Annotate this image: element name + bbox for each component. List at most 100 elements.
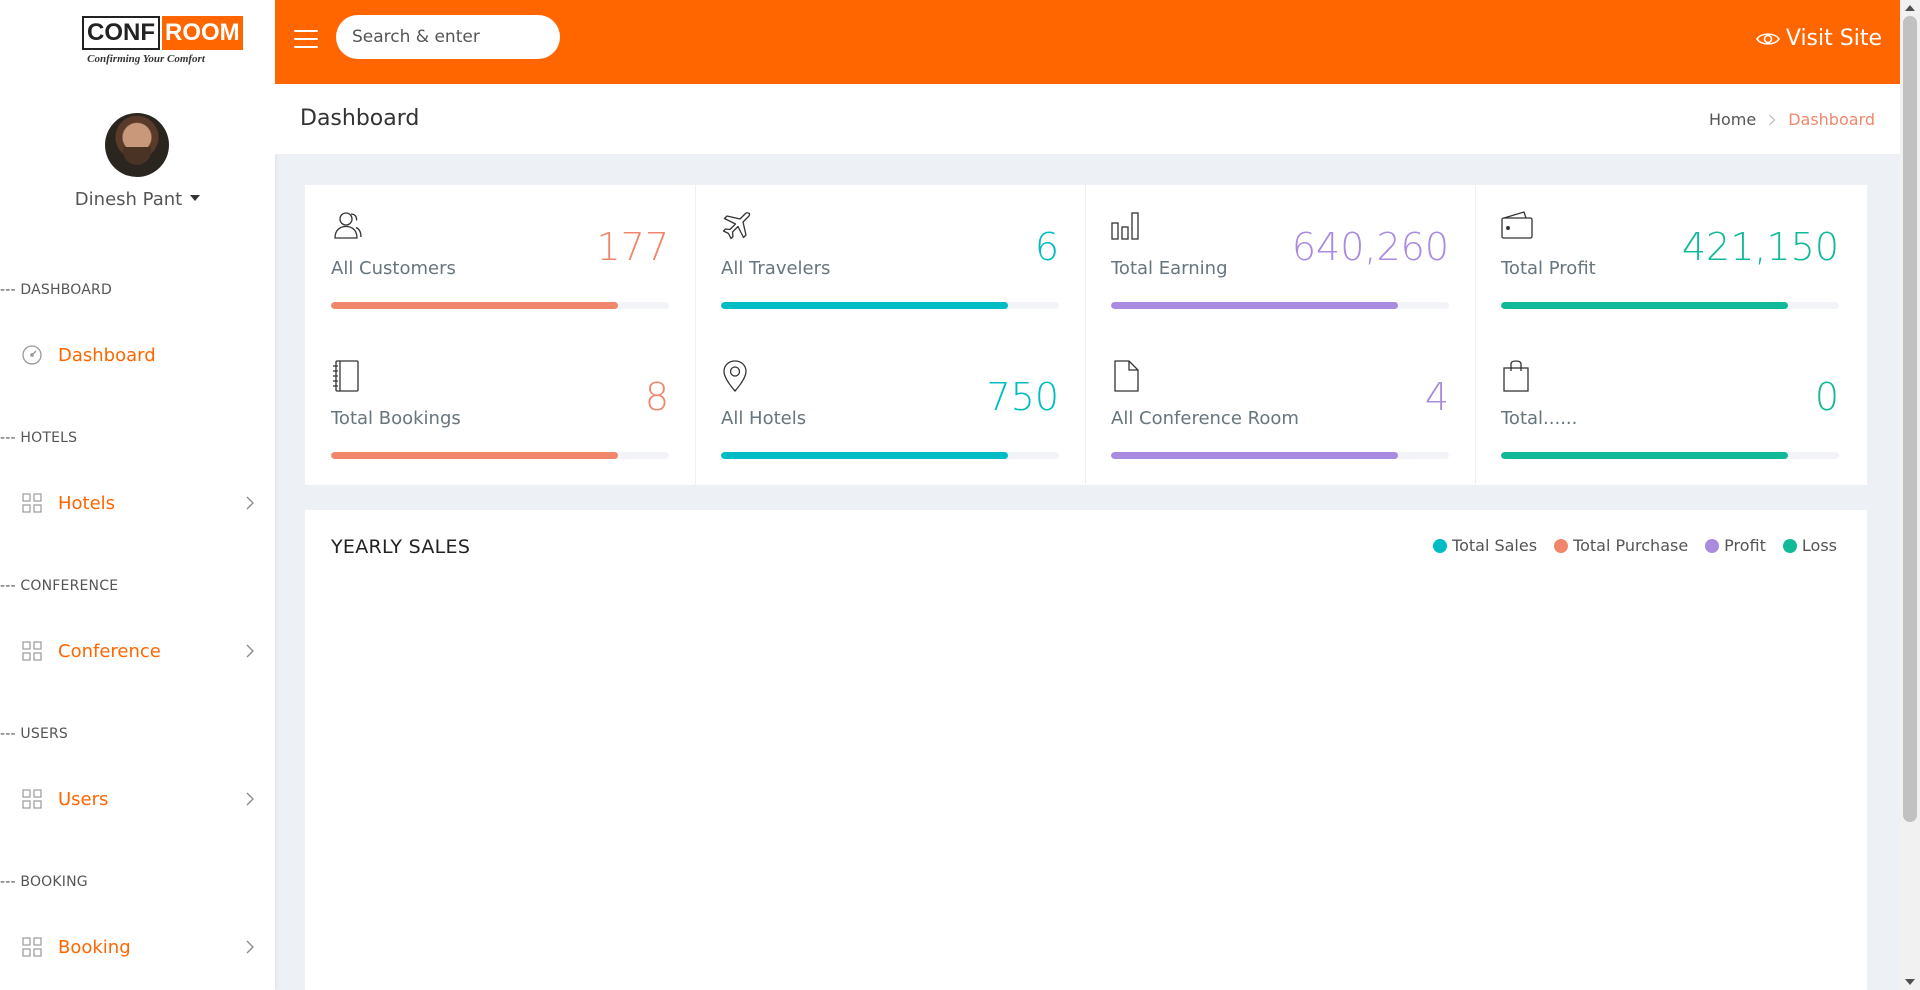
yearly-sales-chart-area <box>331 590 1841 980</box>
sidebar-item-hotels[interactable]: Hotels <box>20 485 260 521</box>
logo-tagline: Confirming Your Comfort <box>87 53 205 65</box>
sidebar-item-label: Users <box>58 788 109 810</box>
stat-progress-fill <box>1111 302 1399 309</box>
stat-progress-fill <box>1111 452 1399 459</box>
stat-value: 0 <box>1814 375 1839 419</box>
gauge-icon <box>20 343 44 367</box>
breadcrumb: Home Dashboard <box>1709 110 1875 129</box>
sidebar-item-label: Booking <box>58 936 131 958</box>
stat-card-all-travelers: All Travelers 6 <box>695 185 1085 335</box>
avatar[interactable] <box>105 113 169 177</box>
scroll-up-arrow-icon[interactable] <box>1905 5 1915 11</box>
stat-progress <box>1501 302 1839 309</box>
breadcrumb-home-link[interactable]: Home <box>1709 110 1756 129</box>
caret-down-icon <box>190 195 201 201</box>
stats-panel: All Customers 177 All Travelers 6 Total … <box>305 185 1867 485</box>
stat-progress-fill <box>331 302 619 309</box>
legend-item-loss[interactable]: Loss <box>1782 536 1837 555</box>
plane-icon <box>720 209 754 243</box>
stat-value: 640,260 <box>1291 225 1449 269</box>
logo-text-room: ROOM <box>162 16 243 50</box>
logo-text-conf: CONF <box>82 16 160 50</box>
legend-dot <box>1782 538 1797 553</box>
sidebar-item-dashboard[interactable]: Dashboard <box>20 337 260 373</box>
user-name: Dinesh Pant <box>74 189 183 210</box>
stat-card-total-profit: Total Profit 421,150 <box>1475 185 1865 335</box>
stat-progress <box>331 302 669 309</box>
stat-label: All Hotels <box>721 408 807 429</box>
stat-value: 750 <box>986 375 1059 419</box>
stat-progress <box>1501 452 1839 459</box>
stat-label: Total...... <box>1501 408 1578 429</box>
stat-progress <box>721 452 1059 459</box>
user-menu-toggle[interactable]: Dinesh Pant <box>0 189 275 210</box>
stat-label: Total Profit <box>1501 258 1596 279</box>
sidebar-item-users[interactable]: Users <box>20 781 260 817</box>
scroll-down-arrow-icon[interactable] <box>1905 979 1915 985</box>
stat-card-total-bookings: Total Bookings 8 <box>305 335 695 485</box>
stat-progress-fill <box>331 452 619 459</box>
chevron-right-icon <box>240 644 260 658</box>
yearly-sales-title: YEARLY SALES <box>331 536 471 558</box>
legend-label: Total Sales <box>1452 536 1538 555</box>
eye-icon <box>1755 31 1780 47</box>
chevron-right-icon <box>240 940 260 954</box>
nav-caption-conference: --- CONFERENCE <box>0 578 119 594</box>
stat-value: 6 <box>1034 225 1059 269</box>
sidebar-item-label: Dashboard <box>58 344 156 366</box>
stat-card-total-earning: Total Earning 640,260 <box>1085 185 1475 335</box>
legend-label: Profit <box>1724 536 1766 555</box>
stat-card-all-hotels: All Hotels 750 <box>695 335 1085 485</box>
legend-dot <box>1554 538 1569 553</box>
grid-icon <box>20 639 44 663</box>
page-title: Dashboard <box>300 106 420 131</box>
wallet-icon <box>1500 209 1534 243</box>
sidebar-item-booking[interactable]: Booking <box>20 929 260 965</box>
chevron-right-icon <box>1768 114 1776 126</box>
stat-value: 421,150 <box>1681 225 1839 269</box>
stat-label: All Conference Room <box>1111 408 1299 429</box>
conf-room-logo[interactable]: CONF ROOM Confirming Your Comfort <box>82 14 243 70</box>
hamburger-menu-icon[interactable] <box>294 30 318 50</box>
stat-progress <box>1111 452 1449 459</box>
stat-card-total: Total...... 0 <box>1475 335 1865 485</box>
stat-card-all-conference-room: All Conference Room 4 <box>1085 335 1475 485</box>
chart-legend: Total Sales Total Purchase Profit Loss <box>1416 536 1837 555</box>
nav-caption-hotels: --- HOTELS <box>0 430 78 446</box>
stat-label: All Customers <box>331 258 456 279</box>
stat-progress <box>721 302 1059 309</box>
file-icon <box>1110 359 1144 393</box>
grid-icon <box>20 787 44 811</box>
legend-dot <box>1433 538 1448 553</box>
sidebar-item-label: Conference <box>58 640 161 662</box>
visit-site-link[interactable]: Visit Site <box>1755 26 1882 51</box>
grid-icon <box>20 935 44 959</box>
stat-progress-fill <box>721 302 1009 309</box>
stat-progress-fill <box>1501 452 1789 459</box>
users-icon <box>330 209 364 243</box>
grid-icon <box>20 491 44 515</box>
topbar: Visit Site <box>275 0 1900 84</box>
stat-progress <box>1111 302 1449 309</box>
yearly-sales-card: YEARLY SALES Total Sales Total Purchase … <box>305 510 1867 990</box>
legend-item-total-purchase[interactable]: Total Purchase <box>1554 536 1688 555</box>
legend-item-profit[interactable]: Profit <box>1705 536 1766 555</box>
stat-card-all-customers: All Customers 177 <box>305 185 695 335</box>
shopping-bag-icon <box>1500 359 1534 393</box>
legend-dot <box>1705 538 1720 553</box>
scrollbar-thumb[interactable] <box>1903 16 1917 822</box>
search-input[interactable] <box>336 15 560 59</box>
bar-chart-icon <box>1110 209 1144 243</box>
stat-value: 8 <box>644 375 669 419</box>
stat-label: Total Earning <box>1111 258 1228 279</box>
stat-value: 177 <box>596 225 669 269</box>
breadcrumb-current: Dashboard <box>1788 110 1875 129</box>
nav-caption-users: --- USERS <box>0 726 68 742</box>
nav-caption-dashboard: --- DASHBOARD <box>0 282 112 298</box>
page-scrollbar[interactable] <box>1900 0 1920 990</box>
sidebar-item-conference[interactable]: Conference <box>20 633 260 669</box>
sidebar-item-label: Hotels <box>58 492 116 514</box>
legend-label: Total Purchase <box>1573 536 1689 555</box>
legend-item-total-sales[interactable]: Total Sales <box>1433 536 1537 555</box>
stat-label: Total Bookings <box>331 408 461 429</box>
